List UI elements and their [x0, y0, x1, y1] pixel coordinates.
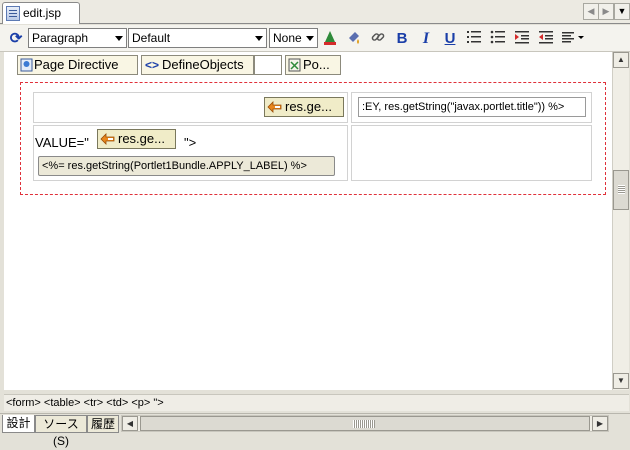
- refresh-icon[interactable]: ⟳: [6, 29, 26, 49]
- tag-path-text[interactable]: <form> <table> <tr> <td> <p> ">: [6, 397, 164, 409]
- define-objects-label: DefineObjects: [162, 57, 244, 72]
- jsp-expression-label: res.ge...: [285, 99, 332, 114]
- page-directive-icon: [20, 58, 33, 72]
- define-objects-tag[interactable]: <> DefineObjects: [141, 55, 254, 75]
- font-family-select[interactable]: Default: [128, 28, 267, 48]
- paragraph-select-value: Paragraph: [32, 31, 89, 45]
- portlet-tag[interactable]: Po...: [285, 55, 341, 75]
- tab-scroll-right-button[interactable]: ▶: [598, 3, 614, 20]
- tag-path-bar: <form> <table> <tr> <td> <p> ">: [4, 394, 629, 411]
- font-size-select[interactable]: None: [269, 28, 318, 48]
- bold-icon[interactable]: B: [392, 29, 412, 49]
- indent-icon[interactable]: [512, 29, 532, 49]
- horizontal-scroll-thumb[interactable]: [140, 416, 590, 431]
- editor-tab-label: edit.jsp: [23, 6, 62, 20]
- size-select-value: None: [273, 31, 302, 45]
- bottom-bar: 設計 ソース(S) 履歴 ◀ ▶: [0, 413, 630, 448]
- tab-history[interactable]: 履歴: [87, 415, 119, 433]
- title-text-value: :EY, res.getString("javax.portlet.title"…: [362, 101, 565, 113]
- text-color-icon[interactable]: [320, 29, 340, 49]
- chevron-down-icon: [306, 36, 314, 41]
- unordered-list-icon[interactable]: [488, 29, 508, 49]
- italic-icon[interactable]: I: [416, 29, 436, 49]
- scroll-up-button[interactable]: ▲: [613, 52, 629, 68]
- vertical-scrollbar[interactable]: ▲ ▼: [612, 52, 629, 390]
- code-tag-icon: <>: [145, 58, 160, 72]
- paragraph-format-select[interactable]: Paragraph: [28, 28, 127, 48]
- scroll-left-button[interactable]: ◀: [122, 416, 138, 431]
- jsp-expression-label: res.ge...: [118, 131, 165, 146]
- underline-icon[interactable]: U: [440, 29, 460, 49]
- horizontal-scrollbar[interactable]: ◀ ▶: [121, 415, 609, 432]
- apply-button-label: <%= res.getString(Portlet1Bundle.APPLY_L…: [42, 160, 307, 172]
- page-directive-tag[interactable]: Page Directive: [17, 55, 138, 75]
- jsp-expression-icon: [100, 133, 115, 145]
- jsp-file-icon: [6, 6, 20, 21]
- vertical-scroll-thumb[interactable]: [613, 170, 629, 210]
- chevron-down-icon: [115, 36, 123, 41]
- ordered-list-icon[interactable]: [464, 29, 484, 49]
- tab-design[interactable]: 設計: [2, 415, 35, 433]
- formatting-toolbar: ⟳ Paragraph Default None B I U: [0, 25, 630, 52]
- portlet-icon: [288, 58, 301, 72]
- editor-tab-edit-jsp[interactable]: edit.jsp: [2, 2, 80, 24]
- jsp-expression-tag[interactable]: res.ge...: [264, 97, 344, 117]
- align-icon[interactable]: [560, 29, 588, 49]
- value-attr-suffix: ">: [184, 135, 197, 150]
- jsp-expression-tag[interactable]: res.ge...: [97, 129, 176, 149]
- tab-scroll-left-button[interactable]: ◀: [583, 3, 599, 20]
- editor-tab-bar: edit.jsp ◀ ▶ ▼: [0, 0, 630, 24]
- jsp-expression-icon: [267, 101, 282, 113]
- highlight-icon[interactable]: [344, 29, 364, 49]
- table-cell-r2c2[interactable]: [351, 125, 592, 181]
- font-select-value: Default: [132, 31, 171, 45]
- scroll-right-button[interactable]: ▶: [592, 416, 608, 431]
- apply-submit-button[interactable]: <%= res.getString(Portlet1Bundle.APPLY_L…: [38, 156, 335, 176]
- tab-list-dropdown-button[interactable]: ▼: [614, 3, 630, 20]
- design-canvas[interactable]: Page Directive <> DefineObjects Po... re…: [4, 52, 612, 390]
- tab-source[interactable]: ソース(S): [35, 415, 87, 448]
- scroll-down-button[interactable]: ▼: [613, 373, 629, 389]
- portlet-label: Po...: [303, 57, 330, 72]
- link-icon[interactable]: [368, 29, 388, 49]
- chevron-down-icon: [255, 36, 263, 41]
- title-text-field[interactable]: :EY, res.getString("javax.portlet.title"…: [358, 97, 586, 117]
- outdent-icon[interactable]: [536, 29, 556, 49]
- value-attr-prefix: VALUE=": [35, 135, 89, 150]
- page-directive-label: Page Directive: [34, 57, 119, 72]
- empty-tag-box: [254, 55, 282, 75]
